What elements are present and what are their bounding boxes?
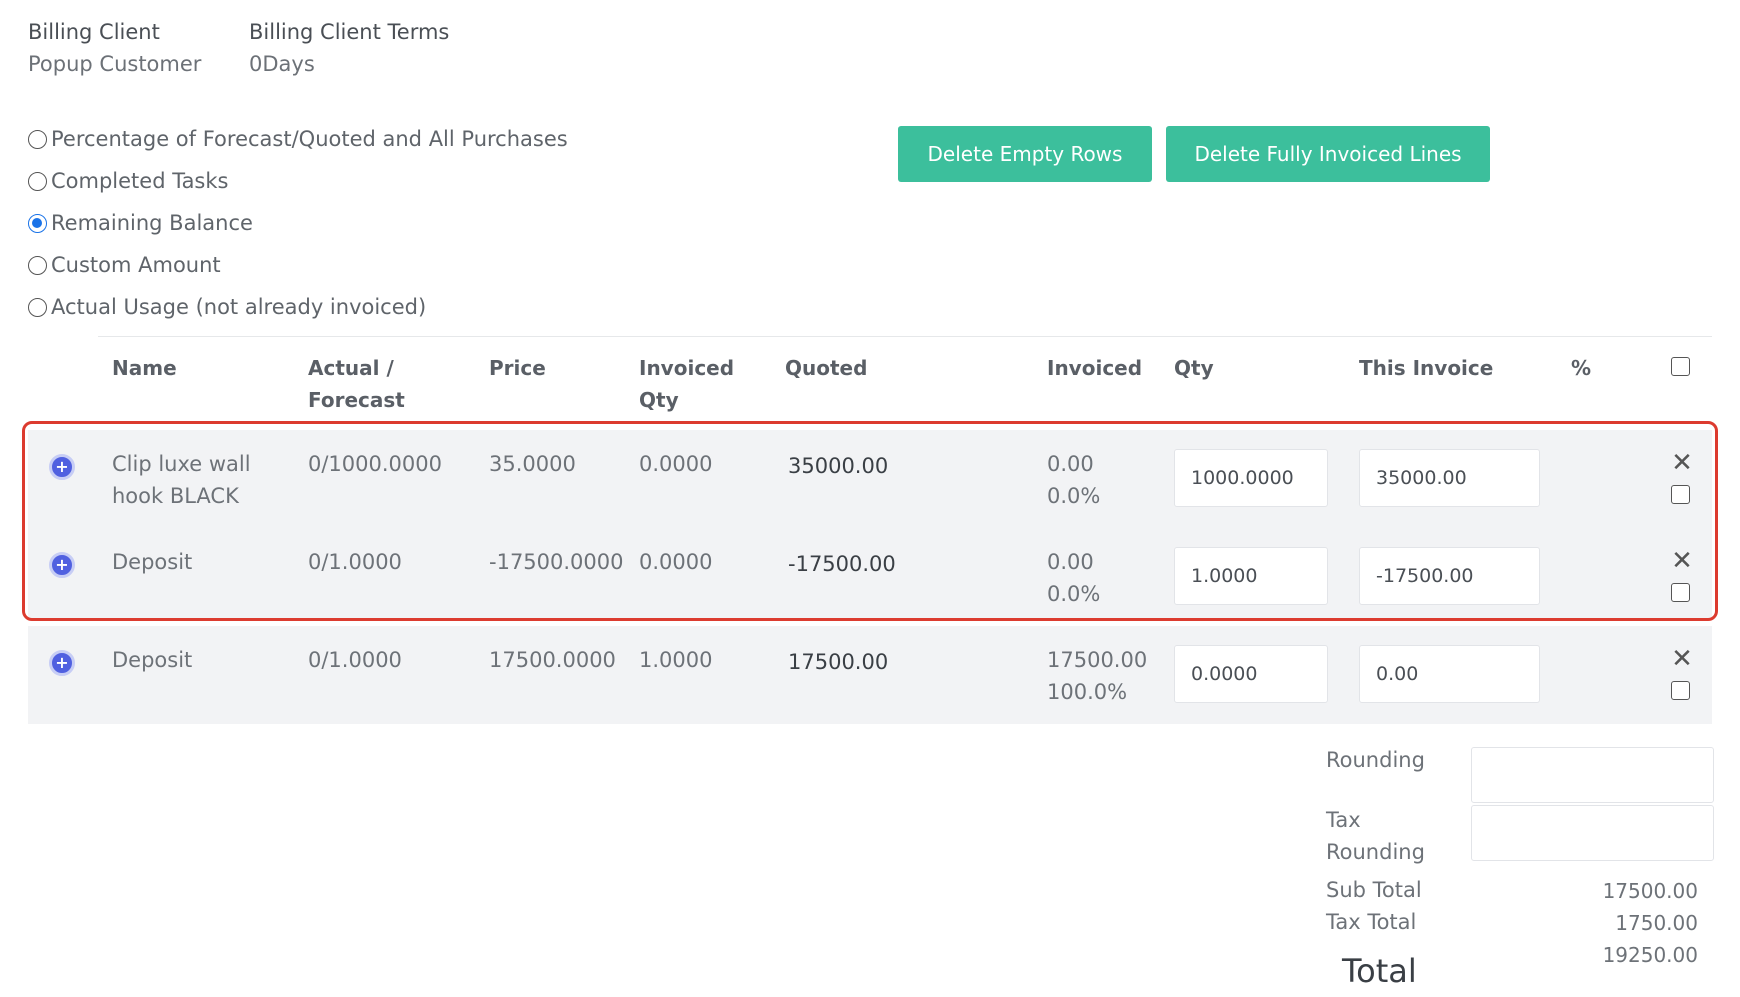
invoice-mode-custom-amount[interactable]: Custom Amount (28, 253, 221, 277)
row-invoiced-percent: 100.0% (1047, 680, 1128, 704)
taxtotal-value: 1750.00 (1615, 911, 1698, 935)
row-invoiced: 17500.00 100.0% (1047, 644, 1147, 708)
row-quoted: 17500.00 (788, 650, 889, 674)
tax-rounding-input[interactable] (1471, 805, 1714, 861)
rounding-label: Rounding (1326, 748, 1425, 772)
column-header-invoiced-qty: Invoiced Qty (639, 352, 734, 416)
billing-client-value: Popup Customer (28, 52, 202, 76)
invoice-mode-label: Custom Amount (51, 253, 221, 277)
invoice-mode-percentage[interactable]: Percentage of Forecast/Quoted and All Pu… (28, 127, 568, 151)
column-header-percent: % (1571, 356, 1592, 380)
row-price: 17500.0000 (489, 648, 616, 672)
radio-button-checked[interactable] (28, 213, 47, 233)
select-all-checkbox[interactable] (1671, 357, 1690, 376)
this-invoice-input[interactable]: 0.00 (1359, 645, 1540, 703)
row-name: Deposit (112, 648, 193, 672)
delete-fully-invoiced-lines-button[interactable]: Delete Fully Invoiced Lines (1166, 126, 1490, 182)
invoice-mode-actual-usage[interactable]: Actual Usage (not already invoiced) (28, 295, 426, 319)
invoice-mode-remaining-balance[interactable]: Remaining Balance (28, 211, 253, 235)
radio-button[interactable] (28, 129, 47, 149)
delete-row-close-icon[interactable]: ✕ (1670, 646, 1694, 672)
qty-input[interactable]: 0.0000 (1174, 645, 1328, 703)
expand-plus-icon[interactable]: + (49, 650, 75, 676)
billing-terms-value: 0Days (249, 52, 315, 76)
column-header-actual: Actual / Forecast (308, 352, 405, 416)
table-divider (98, 336, 1712, 337)
radio-button[interactable] (28, 255, 47, 275)
radio-button[interactable] (28, 297, 47, 317)
tax-rounding-label-line2: Rounding (1326, 840, 1425, 864)
total-label: Total (1342, 952, 1417, 990)
highlight-box (22, 421, 1718, 621)
invoice-mode-label: Completed Tasks (51, 169, 229, 193)
column-header-price: Price (489, 356, 546, 380)
row-actual: 0/1.0000 (308, 648, 402, 672)
column-header-this-invoice: This Invoice (1359, 356, 1494, 380)
radio-button[interactable] (28, 171, 47, 191)
column-header-invoiced-qty-line1: Invoiced (639, 356, 735, 380)
row-invoiced-amount: 17500.00 (1047, 648, 1148, 672)
column-header-actual-line1: Actual / (308, 356, 394, 380)
column-header-invoiced-qty-line2: Qty (639, 388, 679, 412)
row-select-checkbox[interactable] (1671, 681, 1690, 700)
rounding-input[interactable] (1471, 747, 1714, 803)
tax-rounding-label-line1: Tax (1326, 808, 1361, 832)
tax-rounding-label: Tax Rounding (1326, 804, 1425, 868)
column-header-actual-line2: Forecast (308, 388, 405, 412)
taxtotal-label: Tax Total (1326, 910, 1417, 934)
delete-empty-rows-button[interactable]: Delete Empty Rows (898, 126, 1152, 182)
total-value: 19250.00 (1602, 943, 1698, 967)
billing-client-label: Billing Client (28, 20, 160, 44)
column-header-invoiced: Invoiced (1047, 356, 1143, 380)
column-header-qty: Qty (1174, 356, 1214, 380)
row-invoiced-qty: 1.0000 (639, 648, 713, 672)
subtotal-value: 17500.00 (1602, 879, 1698, 903)
column-header-quoted: Quoted (785, 356, 868, 380)
column-header-name: Name (112, 356, 177, 380)
invoice-mode-label: Percentage of Forecast/Quoted and All Pu… (51, 127, 568, 151)
invoice-mode-label: Remaining Balance (51, 211, 253, 235)
billing-terms-label: Billing Client Terms (249, 20, 450, 44)
invoice-mode-label: Actual Usage (not already invoiced) (51, 295, 427, 319)
invoice-mode-completed-tasks[interactable]: Completed Tasks (28, 169, 228, 193)
subtotal-label: Sub Total (1326, 878, 1422, 902)
